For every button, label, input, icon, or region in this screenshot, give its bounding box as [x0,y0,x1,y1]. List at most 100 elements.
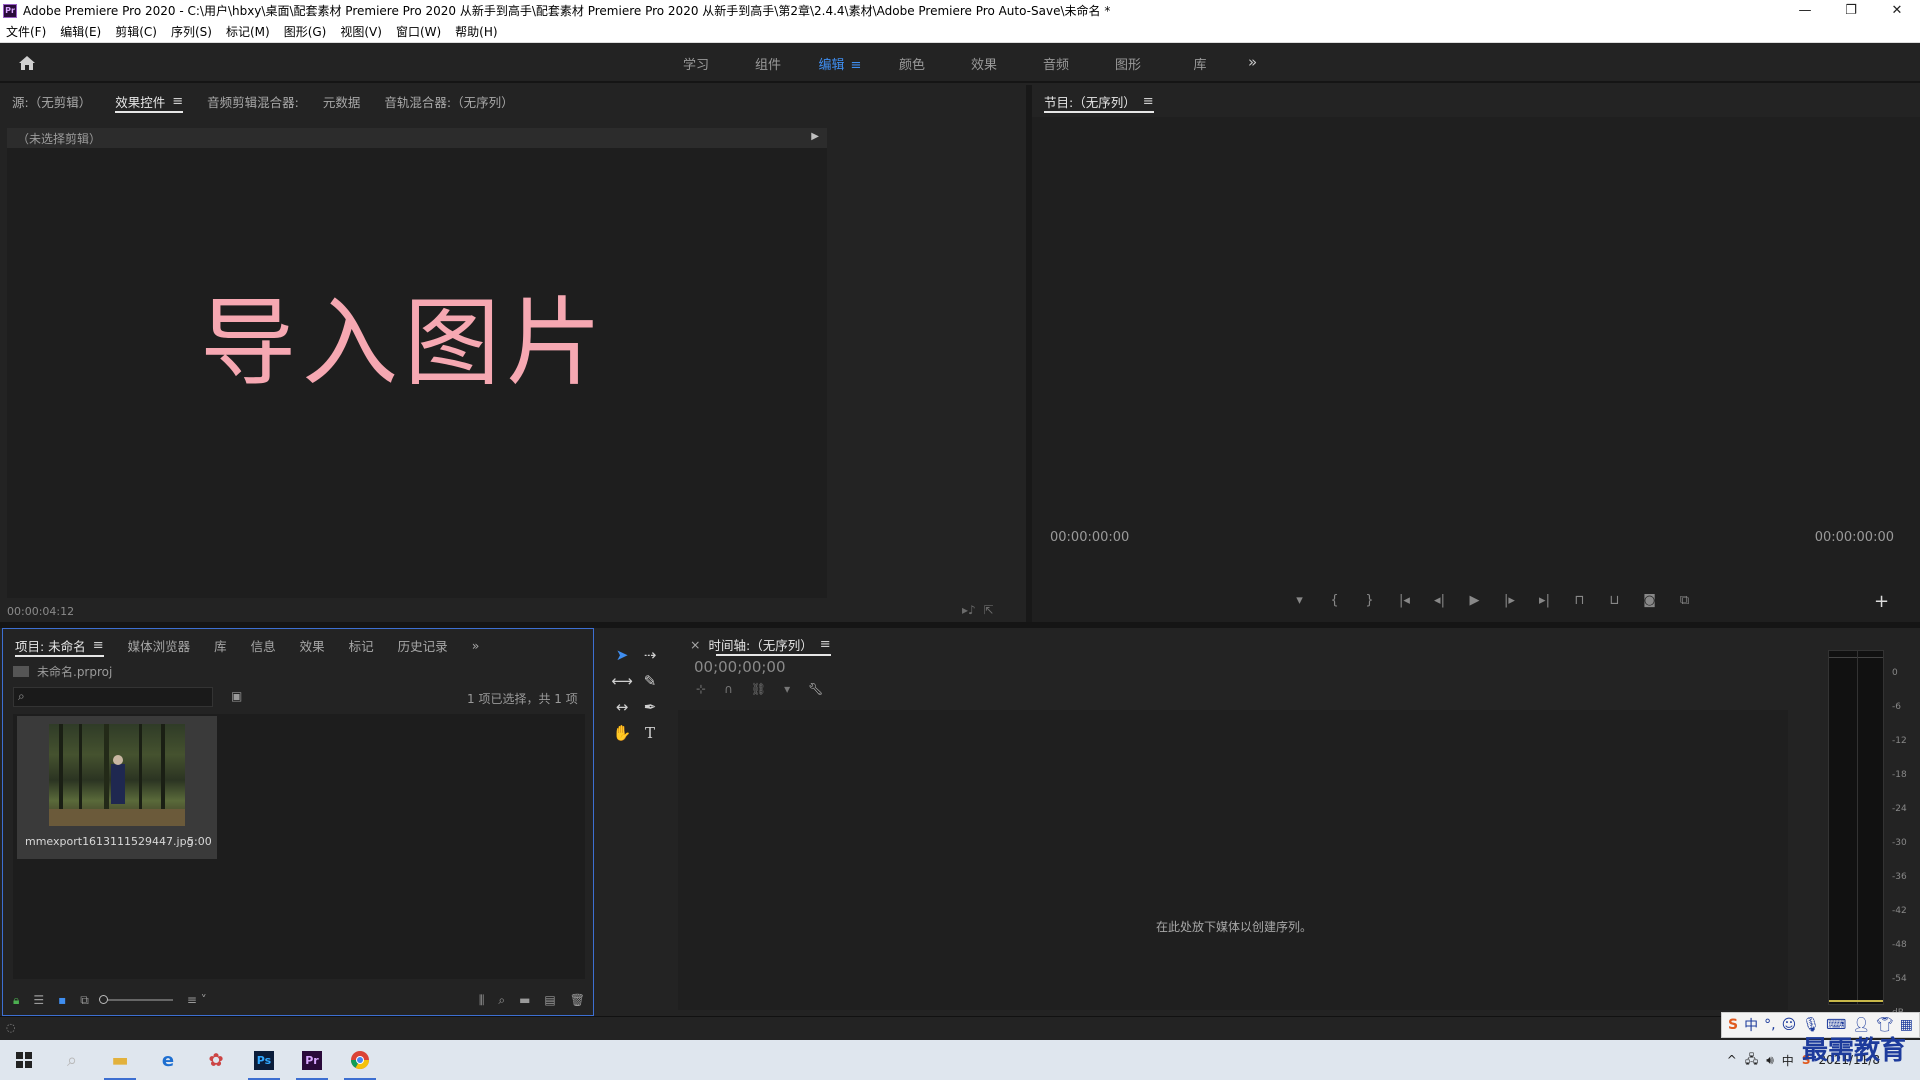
volume-icon[interactable]: 🔊︎ [1766,1053,1774,1068]
camera-icon[interactable]: ◙ [1632,593,1667,608]
tab-history[interactable]: 历史记录 [386,629,460,661]
chrome-icon[interactable] [336,1040,384,1080]
go-to-in-icon[interactable]: |◂ [1387,593,1422,608]
timeline-timecode[interactable]: 00;00;00;00 [694,658,786,676]
comparison-icon[interactable]: ⧉ [1667,593,1702,608]
project-search-input[interactable]: ⌕ [13,687,213,707]
workspace-learning[interactable]: 学习 [660,54,732,73]
tab-audio-track-mixer[interactable]: 音轨混合器:（无序列） [372,85,525,117]
input-method-icon[interactable]: 中 [1782,1052,1794,1069]
hand-tool-icon[interactable]: ✋ [610,722,634,744]
zoom-slider[interactable] [98,995,173,1004]
search-taskbar-icon[interactable]: ⌕ [48,1040,96,1080]
pen-tool-icon[interactable]: ✒ [638,696,662,718]
slip-tool-icon[interactable]: ↔ [610,696,634,718]
mark-out-icon[interactable]: } [1352,593,1387,608]
menu-edit[interactable]: 编辑(E) [60,23,101,40]
type-tool-icon[interactable]: T [638,722,662,744]
project-item[interactable]: mmexport1613111529447.jpg 5:00 [17,716,217,859]
razor-tool-icon[interactable]: ✎ [638,670,662,692]
play-arrow-icon[interactable]: ▶ [811,131,819,142]
sort-icon[interactable]: ≡ ˅ [187,993,207,1007]
workspace-editing[interactable]: 编辑 ≡ [804,54,876,73]
freeform-view-icon[interactable]: ⧉ [80,993,89,1008]
tab-source[interactable]: 源:（无剪辑） [0,85,103,117]
add-marker-icon[interactable]: ▾ [784,682,790,696]
tab-media-browser[interactable]: 媒体浏览器 [116,629,203,661]
tab-info[interactable]: 信息 [239,629,288,661]
track-select-tool-icon[interactable]: ⇢ [638,644,662,666]
add-button-icon[interactable]: + [1874,591,1889,612]
home-button[interactable] [14,51,40,75]
extract-icon[interactable]: ⊔ [1597,593,1632,608]
find-icon[interactable]: ⌕ [498,993,505,1008]
tab-program[interactable]: 节目:（无序列） ≡ [1032,85,1166,117]
restore-button[interactable]: ❐ [1828,0,1874,21]
app-icon[interactable]: ✿ [192,1040,240,1080]
ime-mode[interactable]: 中 [1744,1015,1758,1035]
minimize-button[interactable]: — [1782,0,1828,21]
wrench-icon[interactable]: 🔧︎ [808,682,823,696]
new-bin-from-search-icon[interactable]: ▣ [231,689,242,703]
edge-icon[interactable]: e [144,1040,192,1080]
program-timecode-current[interactable]: 00:00:00:00 [1050,530,1129,545]
workspace-menu-icon[interactable]: ≡ [851,58,862,73]
list-view-icon[interactable]: ☰ [33,993,44,1007]
panel-menu-icon[interactable]: ≡ [93,638,104,653]
snap-icon[interactable]: ∩ [724,682,733,696]
menu-window[interactable]: 窗口(W) [396,23,441,40]
network-icon[interactable]: 🖧︎ [1745,1050,1758,1071]
punctuation-icon[interactable]: °, [1764,1017,1775,1033]
close-button[interactable]: ✕ [1874,0,1920,21]
nest-icon[interactable]: ⊹ [696,682,706,696]
audio-icon[interactable]: ▸♪ [962,603,976,617]
workspace-effects[interactable]: 效果 [948,54,1020,73]
workspace-graphics[interactable]: 图形 [1092,54,1164,73]
lift-icon[interactable]: ⊓ [1562,593,1597,608]
menu-sequence[interactable]: 序列(S) [171,23,212,40]
tab-project[interactable]: 项目: 未命名 ≡ [3,629,116,661]
play-icon[interactable]: ▶ [1457,593,1492,608]
workspace-libraries[interactable]: 库 [1164,54,1236,73]
ripple-edit-tool-icon[interactable]: ⟷ [610,670,634,692]
menu-help[interactable]: 帮助(H) [455,23,497,40]
premiere-taskbar-icon[interactable]: Pr [288,1040,336,1080]
new-item-icon[interactable]: ▤ [544,993,555,1007]
close-timeline-icon[interactable]: × [678,628,704,660]
step-forward-icon[interactable]: |▸ [1492,593,1527,608]
mark-in-icon[interactable]: { [1317,593,1352,608]
tab-markers[interactable]: 标记 [337,629,386,661]
timeline-drop-area[interactable]: 在此处放下媒体以创建序列。 [678,710,1788,1010]
marker-icon[interactable]: ▾ [1282,593,1317,608]
export-icon[interactable]: ⇱ [983,603,993,617]
zoom-slider-handle[interactable] [98,995,108,1004]
tab-metadata[interactable]: 元数据 [311,85,373,117]
workspace-assembly[interactable]: 组件 [732,54,804,73]
menu-marker[interactable]: 标记(M) [226,23,270,40]
panel-menu-icon[interactable]: ≡ [820,637,831,652]
icon-view-icon[interactable]: ▪ [58,993,66,1007]
step-back-icon[interactable]: ◂| [1422,593,1457,608]
linked-selection-icon[interactable]: ⛓ [751,682,766,696]
start-button[interactable] [0,1040,48,1080]
photoshop-icon[interactable]: Ps [240,1040,288,1080]
tab-effect-controls[interactable]: 效果控件 ≡ [103,85,195,117]
menu-view[interactable]: 视图(V) [340,23,382,40]
trash-icon[interactable]: 🗑︎ [570,993,585,1007]
workspace-audio[interactable]: 音频 [1020,54,1092,73]
tray-expand-icon[interactable]: ^ [1727,1053,1737,1067]
panel-overflow-icon[interactable]: » [460,629,492,661]
selection-tool-icon[interactable]: ➤ [610,644,634,666]
menu-clip[interactable]: 剪辑(C) [115,23,157,40]
tab-libraries[interactable]: 库 [202,629,239,661]
go-to-out-icon[interactable]: ▸| [1527,593,1562,608]
emoji-icon[interactable]: ☺ [1782,1017,1797,1033]
menu-file[interactable]: 文件(F) [6,23,46,40]
workspace-color[interactable]: 颜色 [876,54,948,73]
new-bin-icon[interactable]: ▬ [519,993,530,1007]
file-explorer-icon[interactable]: ▬ [96,1040,144,1080]
menu-graphics[interactable]: 图形(G) [284,23,327,40]
tab-effects[interactable]: 效果 [288,629,337,661]
panel-menu-icon[interactable]: ≡ [172,94,183,109]
sogou-icon[interactable]: S [1728,1017,1738,1033]
